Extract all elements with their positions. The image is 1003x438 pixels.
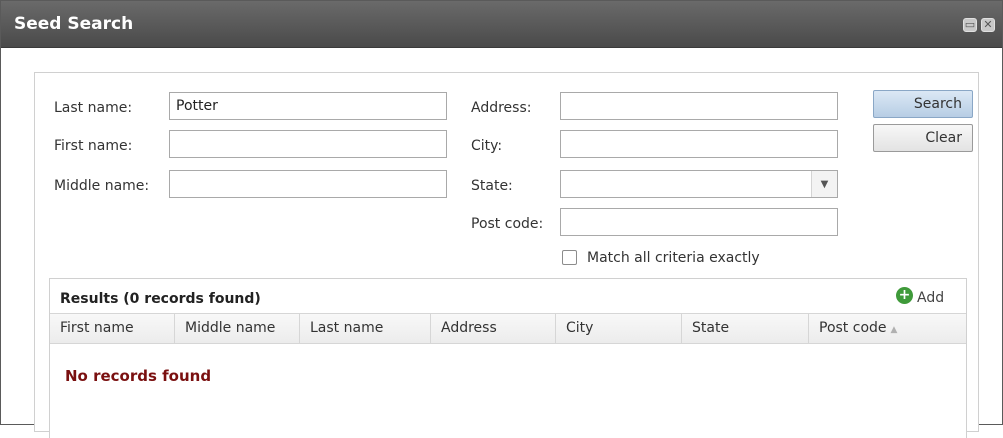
title-bar[interactable]: Seed Search ▭ ✕ [1,1,1002,48]
state-label: State: [471,178,513,194]
add-circle-icon[interactable]: + [896,287,913,304]
column-first-name[interactable]: First name [50,314,175,343]
chevron-down-icon[interactable]: ▼ [811,171,837,197]
minimize-icon[interactable]: ▭ [963,18,977,32]
last-name-label: Last name: [54,100,133,116]
address-label: Address: [471,100,532,116]
city-field[interactable] [560,130,838,158]
middle-name-field[interactable] [169,170,447,198]
last-name-field[interactable] [169,92,447,120]
results-panel: Results (0 records found) + Add First na… [49,278,967,438]
column-middle-name[interactable]: Middle name [175,314,300,343]
close-icon[interactable]: ✕ [981,18,995,32]
add-label[interactable]: Add [917,290,944,306]
column-state[interactable]: State [682,314,809,343]
column-address[interactable]: Address [431,314,556,343]
no-records-message: No records found [65,367,212,385]
city-label: City: [471,138,503,154]
first-name-label: First name: [54,138,133,154]
results-grid-header: First name Middle name Last name Address… [50,313,966,344]
post-code-label: Post code: [471,216,544,232]
results-header: Results (0 records found) + Add [50,279,966,313]
match-all-label: Match all criteria exactly [587,250,760,266]
search-panel: Last name: First name: Middle name: Addr… [34,72,979,438]
search-button[interactable]: Search [873,90,973,118]
first-name-field[interactable] [169,130,447,158]
column-post-code-label: Post code [819,320,887,336]
results-title: Results (0 records found) [60,291,261,307]
middle-name-label: Middle name: [54,178,150,194]
column-last-name[interactable]: Last name [300,314,431,343]
sort-ascending-icon: ▲ [890,325,898,335]
dialog-title: Seed Search [14,14,134,34]
seed-search-dialog: Seed Search ▭ ✕ Last name: First name: M… [0,0,1003,438]
address-field[interactable] [560,92,838,120]
clear-button[interactable]: Clear [873,124,973,152]
state-select[interactable]: ▼ [560,170,838,198]
column-post-code[interactable]: Post code ▲ [809,314,966,343]
column-city[interactable]: City [556,314,682,343]
match-all-checkbox[interactable] [562,250,577,265]
post-code-field[interactable] [560,208,838,236]
